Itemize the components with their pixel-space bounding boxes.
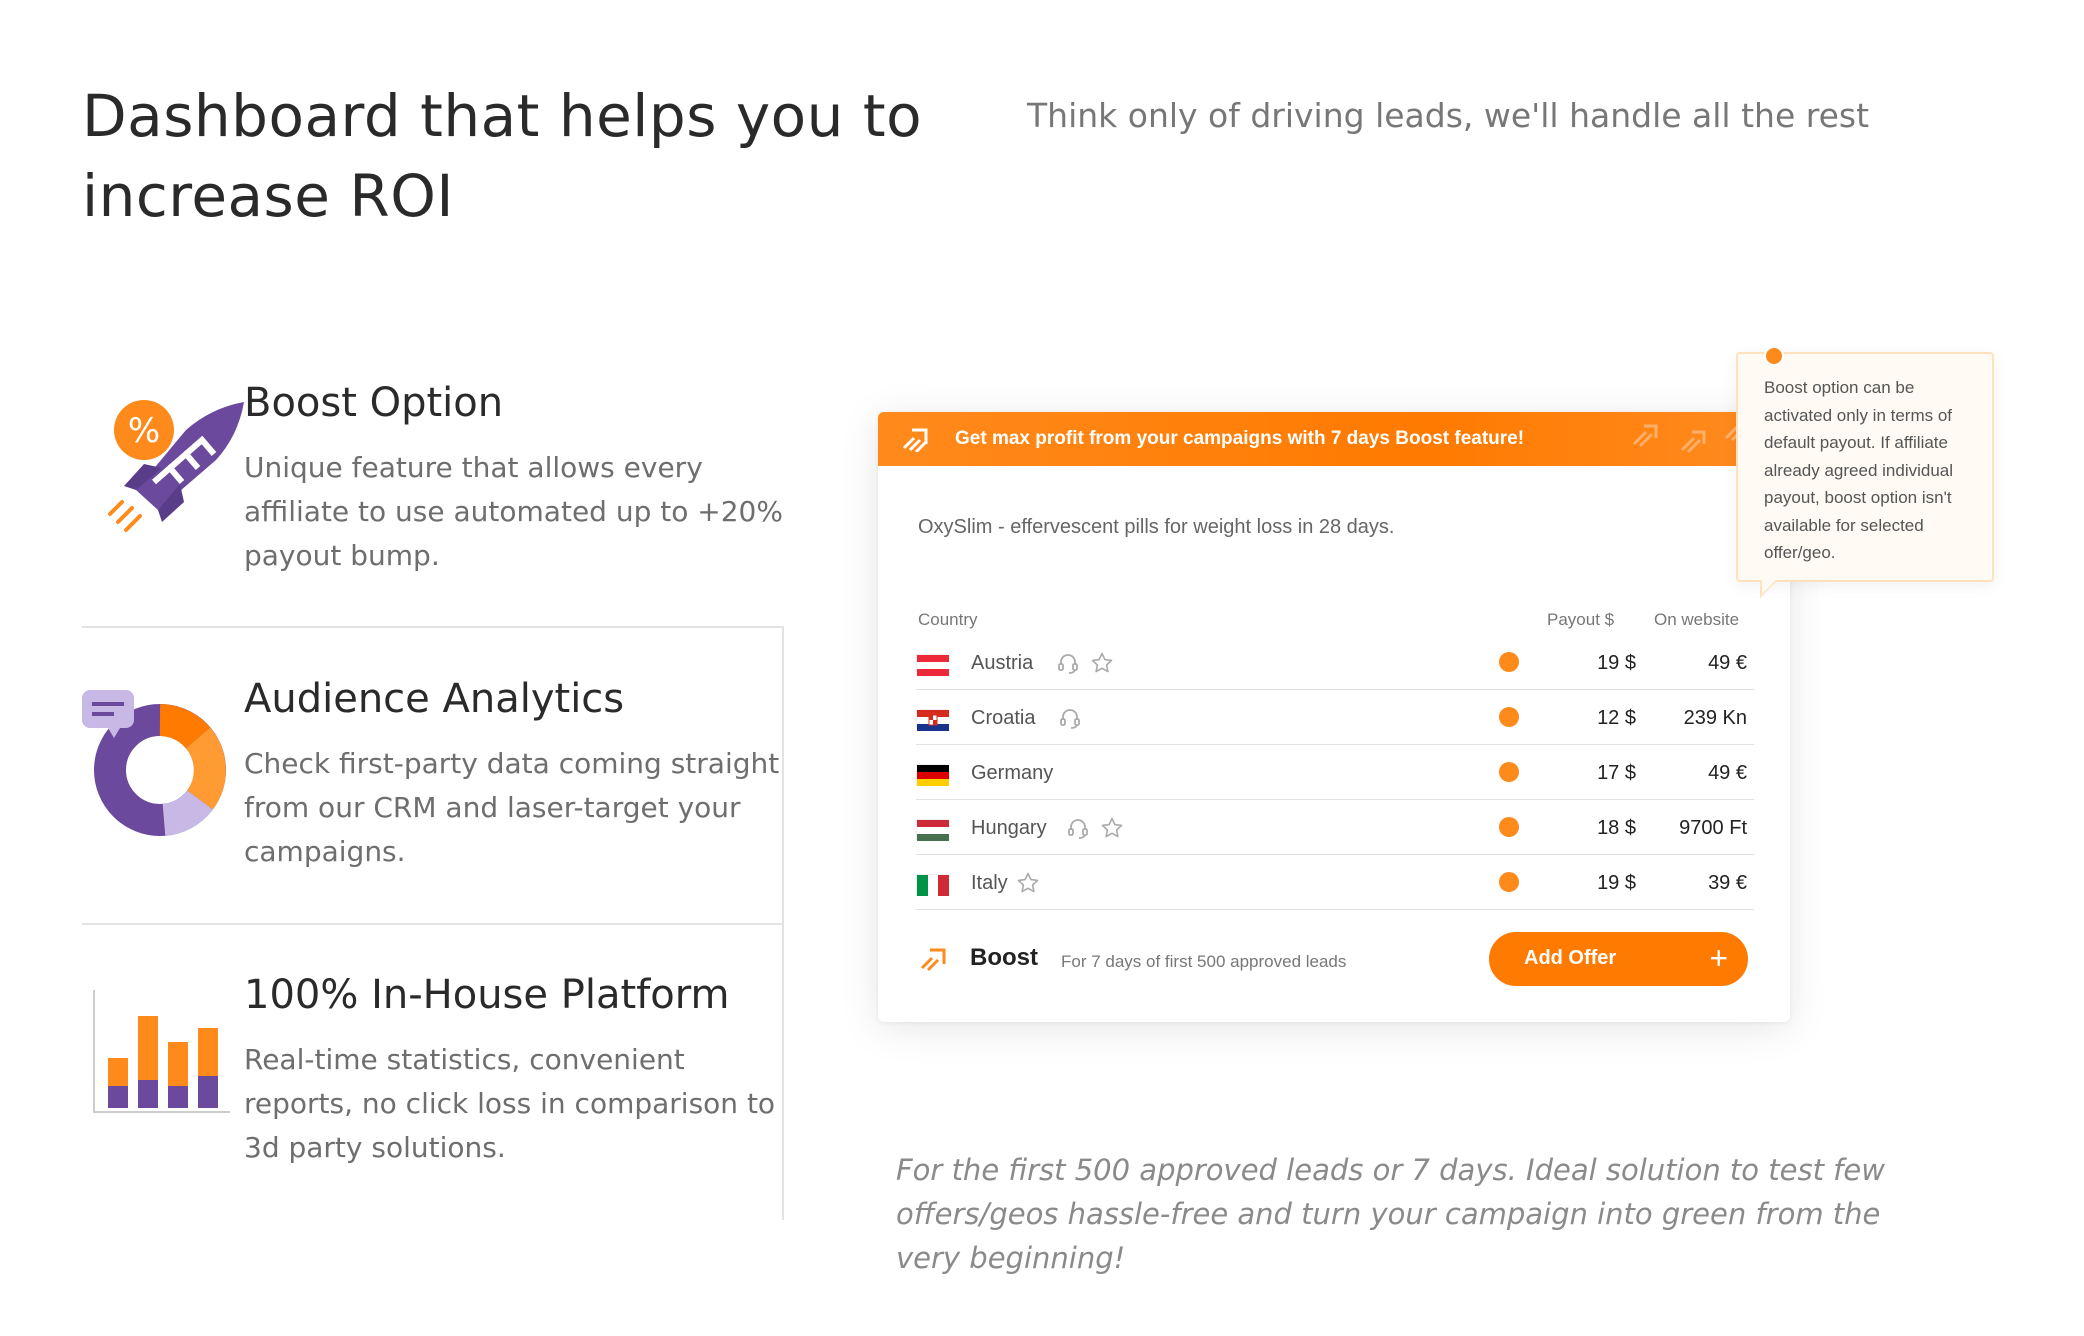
boost-note: For 7 days of first 500 approved leads (1061, 952, 1347, 971)
boost-banner[interactable]: Get max profit from your campaigns with … (878, 412, 1790, 466)
star-icon[interactable] (1100, 816, 1124, 840)
add-offer-label: Add Offer (1524, 947, 1617, 969)
add-offer-button[interactable]: Add Offer + (1489, 932, 1748, 986)
website-price: 9700 Ft (1679, 817, 1747, 839)
product-description: OxySlim - effervescent pills for weight … (918, 516, 1395, 538)
country-name: Germany (971, 762, 1054, 784)
header-payout: Payout $ (1547, 610, 1615, 629)
bar-chart-icon (93, 990, 230, 1113)
boost-dot-icon (1499, 652, 1519, 672)
country-name: Italy (971, 872, 1008, 894)
payout-value: 17 $ (1597, 762, 1636, 784)
feature-description: Check first-party data coming straight f… (244, 747, 780, 868)
feature-in-house-platform: 100% In-House Platform Real-time statist… (82, 972, 784, 1172)
boost-dot-icon (1499, 762, 1519, 782)
feature-title: 100% In-House Platform (244, 972, 730, 1018)
payout-value: 18 $ (1597, 817, 1636, 839)
support-icon[interactable] (1056, 651, 1080, 675)
feature-title: Boost Option (244, 380, 504, 426)
boost-label: Boost (970, 944, 1038, 971)
table-row[interactable]: Germany 17 $ 49 € (916, 746, 1754, 800)
country-name: Hungary (971, 817, 1047, 839)
payout-value: 12 $ (1597, 707, 1636, 729)
table-row[interactable]: Croatia 12 $ 239 Kn (916, 691, 1754, 745)
boost-dot-icon (1499, 817, 1519, 837)
support-icon[interactable] (1066, 816, 1090, 840)
star-icon[interactable] (1016, 871, 1040, 895)
website-price: 49 € (1708, 652, 1747, 674)
payout-value: 19 $ (1597, 652, 1636, 674)
germany-flag-icon (916, 764, 949, 786)
feature-description: Unique feature that allows every affilia… (244, 451, 783, 572)
austria-flag-icon (916, 654, 949, 676)
boost-dot-icon (1764, 346, 1784, 366)
boost-decoration-icon (1632, 424, 1658, 448)
tooltip-tail (1762, 580, 1776, 594)
boost-icon (902, 428, 928, 452)
page-subtitle: Think only of driving leads, we'll handl… (1027, 96, 1870, 135)
feature-description: Real-time statistics, convenient reports… (244, 1043, 776, 1164)
croatia-flag-icon (916, 709, 949, 731)
website-price: 49 € (1708, 762, 1747, 784)
offer-card: Get max profit from your campaigns with … (878, 412, 1790, 1022)
tooltip-text: Boost option can be activated only in te… (1764, 378, 1954, 562)
hungary-flag-icon (916, 819, 949, 841)
header-on-website: On website (1654, 610, 1740, 629)
country-name: Croatia (971, 707, 1036, 729)
boost-tooltip: Boost option can be activated only in te… (1736, 346, 1994, 598)
banner-text: Get max profit from your campaigns with … (955, 428, 1525, 449)
payout-value: 19 $ (1597, 872, 1636, 894)
divider (82, 626, 784, 628)
boost-decoration-icon (1680, 430, 1706, 454)
table-row[interactable]: Hungary 18 $ 9700 Ft (916, 801, 1754, 855)
feature-audience-analytics: Audience Analytics Check first-party dat… (82, 676, 784, 876)
table-row[interactable]: Italy 19 $ 39 € (916, 856, 1754, 910)
website-price: 239 Kn (1683, 707, 1747, 729)
feature-boost-option: % Boost Option Unique feature that allow… (82, 380, 784, 580)
boost-dot-icon (1499, 872, 1519, 892)
star-icon[interactable] (1090, 651, 1114, 675)
italy-flag-icon (916, 874, 949, 896)
plus-icon: + (1709, 940, 1728, 976)
boost-dot-icon (1499, 707, 1519, 727)
svg-text:%: % (128, 411, 160, 451)
support-icon[interactable] (1058, 706, 1082, 730)
header-country: Country (918, 610, 978, 629)
divider (82, 923, 784, 925)
table-row[interactable]: Austria 19 $ 49 € (916, 636, 1754, 690)
country-name: Austria (971, 652, 1034, 674)
donut-chart-icon (82, 690, 226, 836)
website-price: 39 € (1708, 872, 1747, 894)
rocket-percent-icon: % (108, 400, 244, 532)
feature-title: Audience Analytics (244, 676, 625, 722)
bottom-note: For the first 500 approved leads or 7 da… (896, 1153, 1885, 1275)
boost-icon (920, 948, 946, 972)
page-title: Dashboard that helps you to increase ROI (82, 82, 923, 230)
